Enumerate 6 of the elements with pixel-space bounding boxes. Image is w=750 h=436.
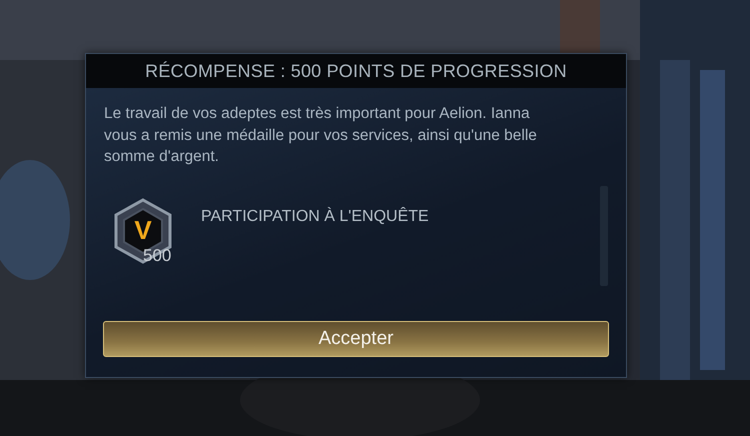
reward-message: Le travail de vos adeptes est très important pour Aelion. Ianna vous a remis une médaille pour vos services, ainsi qu'une belle somme d'argent.: [103, 104, 538, 167]
hexagon-medal-icon: [113, 198, 173, 264]
dialog-title: RÉCOMPENSE : 500 POINTS DE PROGRESSION: [86, 54, 626, 88]
reward-label: PARTICIPATION À L'ENQUÊTE: [201, 206, 429, 226]
accept-button[interactable]: Accepter: [103, 321, 609, 357]
medal-letter: V: [133, 214, 153, 246]
